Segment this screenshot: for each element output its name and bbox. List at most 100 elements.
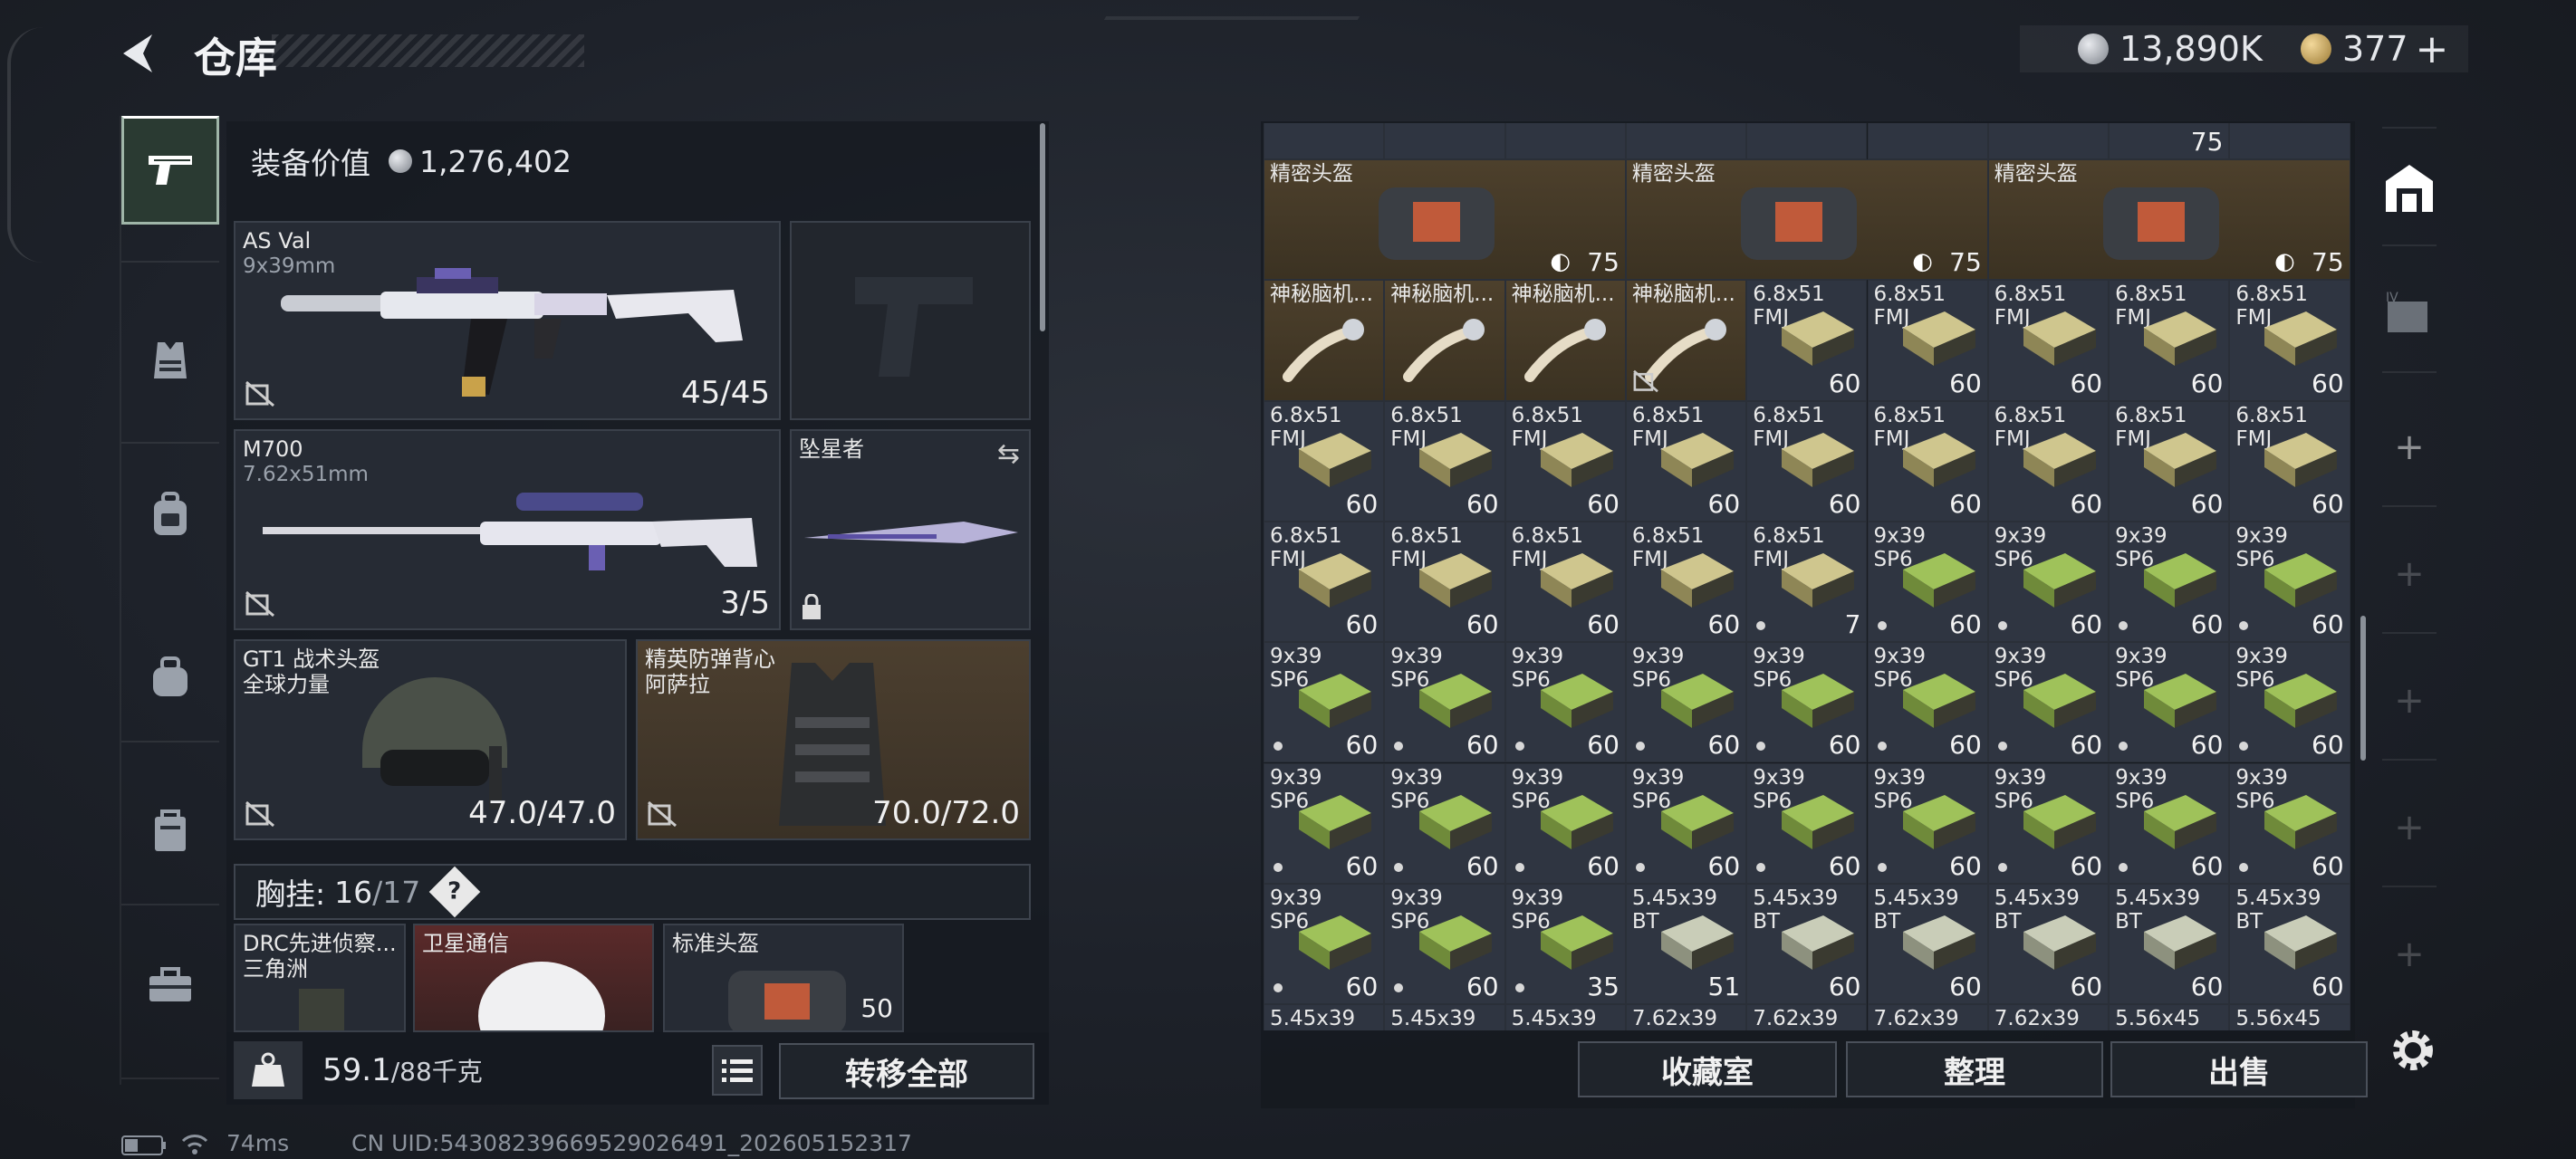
storage-item-ammo[interactable]: 5.45x39 BT 60 <box>1746 883 1868 1005</box>
storage-item-ammo[interactable]: 9x39 SP6 60 <box>2109 762 2230 884</box>
gold-currency[interactable]: 377 + <box>2301 26 2449 72</box>
storage-item-ammo[interactable]: 9x39 SP6 60 <box>1625 642 1747 763</box>
storage-cell-partial[interactable] <box>1504 123 1626 159</box>
nav-toolbox[interactable] <box>121 931 219 1039</box>
storage-item-ammo[interactable]: 6.8x51 FMJ 60 <box>1384 521 1505 643</box>
storage-item-ammo[interactable]: 6.8x51 FMJ 60 <box>1384 400 1505 522</box>
storage-item-ammo[interactable]: 9x39 SP6 60 <box>1504 642 1626 763</box>
transfer-all-button[interactable]: 转移全部 <box>779 1043 1034 1099</box>
storage-item-ammo[interactable]: 9x39 SP6 60 <box>1625 762 1747 884</box>
storage-item-ammo[interactable]: 6.8x51 FMJ 60 <box>2229 400 2350 522</box>
storage-item-mystery-device[interactable]: 神秘脑机... <box>1264 280 1385 401</box>
storage-cell-partial[interactable]: 5.56x45 <box>2229 1004 2350 1030</box>
storage-item-ammo[interactable]: 9x39 SP6 60 <box>1987 642 2110 763</box>
back-arrow-icon[interactable] <box>118 31 163 76</box>
storage-item-ammo[interactable]: 9x39 SP6 60 <box>1504 762 1626 884</box>
storage-cell-partial[interactable] <box>1746 123 1868 159</box>
storage-cell-partial[interactable]: 7.62x39 <box>1987 1004 2110 1030</box>
storage-item-ammo[interactable]: 6.8x51 FMJ 7 <box>1746 521 1868 643</box>
melee-slot[interactable]: 坠星者 ⇆ <box>790 429 1031 630</box>
storage-cell-partial[interactable] <box>1987 123 2110 159</box>
storage-cell-partial[interactable] <box>1264 123 1385 159</box>
storage-item-ammo[interactable]: 9x39 SP6 60 <box>1264 883 1385 1005</box>
storage-item-ammo[interactable]: 6.8x51 FMJ 60 <box>1504 521 1626 643</box>
tab-storage-iv[interactable]: IV <box>2373 268 2446 359</box>
storage-item-ammo[interactable]: 5.45x39 BT 60 <box>2229 883 2350 1005</box>
storage-item-ammo[interactable]: 6.8x51 FMJ 60 <box>2229 280 2350 401</box>
storage-item-ammo[interactable]: 6.8x51 FMJ 60 <box>1746 400 1868 522</box>
nav-case[interactable] <box>121 777 219 886</box>
storage-item-ammo[interactable]: 9x39 SP6 60 <box>1384 642 1505 763</box>
storage-item-ammo[interactable]: 9x39 SP6 60 <box>1746 642 1868 763</box>
add-storage-tab[interactable]: + <box>2373 402 2446 493</box>
storage-item-ammo[interactable]: 9x39 SP6 60 <box>1987 762 2110 884</box>
storage-item-ammo[interactable]: 6.8x51 FMJ 60 <box>2109 280 2230 401</box>
storage-item-ammo[interactable]: 6.8x51 FMJ 60 <box>1867 280 1988 401</box>
storage-item-ammo[interactable]: 5.45x39 BT 51 <box>1625 883 1747 1005</box>
storage-item-mystery-device[interactable]: 神秘脑机... <box>1504 280 1626 401</box>
storage-item-mystery-device[interactable]: 神秘脑机... <box>1384 280 1505 401</box>
storage-cell-partial[interactable] <box>2229 123 2350 159</box>
storage-item-helmet[interactable]: 精密头盔 ◐ 75 <box>1264 159 1626 281</box>
loadout-scrollbar[interactable] <box>1040 123 1045 331</box>
storage-item-ammo[interactable]: 9x39 SP6 60 <box>1384 883 1505 1005</box>
storage-item-ammo[interactable]: 5.45x39 BT 60 <box>1867 883 1988 1005</box>
storage-item-ammo[interactable]: 6.8x51 FMJ 60 <box>1987 280 2110 401</box>
storage-item-ammo[interactable]: 9x39 SP6 60 <box>1867 642 1988 763</box>
storage-item-ammo[interactable]: 6.8x51 FMJ 60 <box>2109 400 2230 522</box>
rig-item-recon[interactable]: DRC先进侦察... 三角洲 <box>234 924 406 1032</box>
tab-storage-main[interactable] <box>2373 143 2446 234</box>
storage-item-ammo[interactable]: 9x39 SP6 35 <box>1504 883 1626 1005</box>
storage-item-ammo[interactable]: 9x39 SP6 60 <box>1264 642 1385 763</box>
storage-cell-partial[interactable]: 5.45x39 <box>1264 1004 1385 1030</box>
storage-item-ammo[interactable]: 6.8x51 FMJ 60 <box>1987 400 2110 522</box>
storage-item-ammo[interactable]: 6.8x51 FMJ 60 <box>1867 400 1988 522</box>
storage-item-ammo[interactable]: 6.8x51 FMJ 60 <box>1625 521 1747 643</box>
storage-item-helmet[interactable]: 精密头盔 ◐ 75 <box>1625 159 1988 281</box>
storage-item-ammo[interactable]: 6.8x51 FMJ 60 <box>1504 400 1626 522</box>
storage-cell-partial[interactable]: 7.62x39 <box>1867 1004 1988 1030</box>
sort-button[interactable]: 整理 <box>1846 1041 2103 1097</box>
storage-item-ammo[interactable]: 6.8x51 FMJ 60 <box>1264 521 1385 643</box>
storage-cell-partial[interactable]: 7.62x39 <box>1746 1004 1868 1030</box>
storage-item-helmet[interactable]: 精密头盔 ◐ 75 <box>1987 159 2350 281</box>
storage-item-ammo[interactable]: 9x39 SP6 60 <box>2109 642 2230 763</box>
storage-cell-partial[interactable] <box>1625 123 1747 159</box>
storage-item-ammo[interactable]: 9x39 SP6 60 <box>2109 521 2230 643</box>
nav-chest-rig[interactable] <box>121 306 219 415</box>
list-view-button[interactable] <box>712 1045 763 1096</box>
nav-pouch[interactable] <box>121 623 219 732</box>
secondary-weapon-slot[interactable]: M700 7.62x51mm 3/5 <box>234 429 781 630</box>
help-icon[interactable]: ? <box>428 866 481 918</box>
chest-rig-bar[interactable]: 胸挂: 16 / 17 ? <box>234 864 1031 920</box>
storage-item-ammo[interactable]: 9x39 SP6 60 <box>1746 762 1868 884</box>
storage-item-ammo[interactable]: 9x39 SP6 60 <box>2229 521 2350 643</box>
rig-item-helmet[interactable]: 标准头盔 50 <box>663 924 904 1032</box>
nav-backpack[interactable] <box>121 460 219 569</box>
swap-icon[interactable]: ⇆ <box>997 438 1020 470</box>
storage-item-mystery-device[interactable]: 神秘脑机... <box>1625 280 1747 401</box>
storage-item-ammo[interactable]: 9x39 SP6 60 <box>1384 762 1505 884</box>
storage-item-ammo[interactable]: 9x39 SP6 60 <box>2229 642 2350 763</box>
storage-item-ammo[interactable]: 9x39 SP6 60 <box>1867 521 1988 643</box>
armor-slot[interactable]: 精英防弹背心 阿萨拉 70.0/72.0 <box>636 639 1031 840</box>
storage-item-ammo[interactable]: 9x39 SP6 60 <box>1867 762 1988 884</box>
sell-button[interactable]: 出售 <box>2110 1041 2368 1097</box>
storage-cell-partial[interactable] <box>1867 123 1988 159</box>
storage-item-ammo[interactable]: 9x39 SP6 60 <box>1264 762 1385 884</box>
storage-cell-partial[interactable]: 75 <box>2109 123 2230 159</box>
storage-item-ammo[interactable]: 5.45x39 BT 60 <box>2109 883 2230 1005</box>
storage-item-ammo[interactable]: 6.8x51 FMJ 60 <box>1746 280 1868 401</box>
settings-gear-icon[interactable] <box>2388 1025 2438 1076</box>
storage-item-ammo[interactable]: 6.8x51 FMJ 60 <box>1264 400 1385 522</box>
helmet-slot[interactable]: GT1 战术头盔 全球力量 47.0/47.0 <box>234 639 627 840</box>
storage-cell-partial[interactable]: 5.45x39 <box>1504 1004 1626 1030</box>
storage-cell-partial[interactable]: 5.45x39 <box>1384 1004 1505 1030</box>
storage-item-ammo[interactable]: 9x39 SP6 60 <box>2229 762 2350 884</box>
collection-room-button[interactable]: 收藏室 <box>1578 1041 1837 1097</box>
storage-item-ammo[interactable]: 6.8x51 FMJ 60 <box>1625 400 1747 522</box>
silver-currency[interactable]: 13,890K <box>2078 27 2263 71</box>
add-currency-icon[interactable]: + <box>2416 26 2449 72</box>
rig-item-satellite[interactable]: 卫星通信 <box>413 924 654 1032</box>
storage-cell-partial[interactable]: 7.62x39 <box>1625 1004 1747 1030</box>
